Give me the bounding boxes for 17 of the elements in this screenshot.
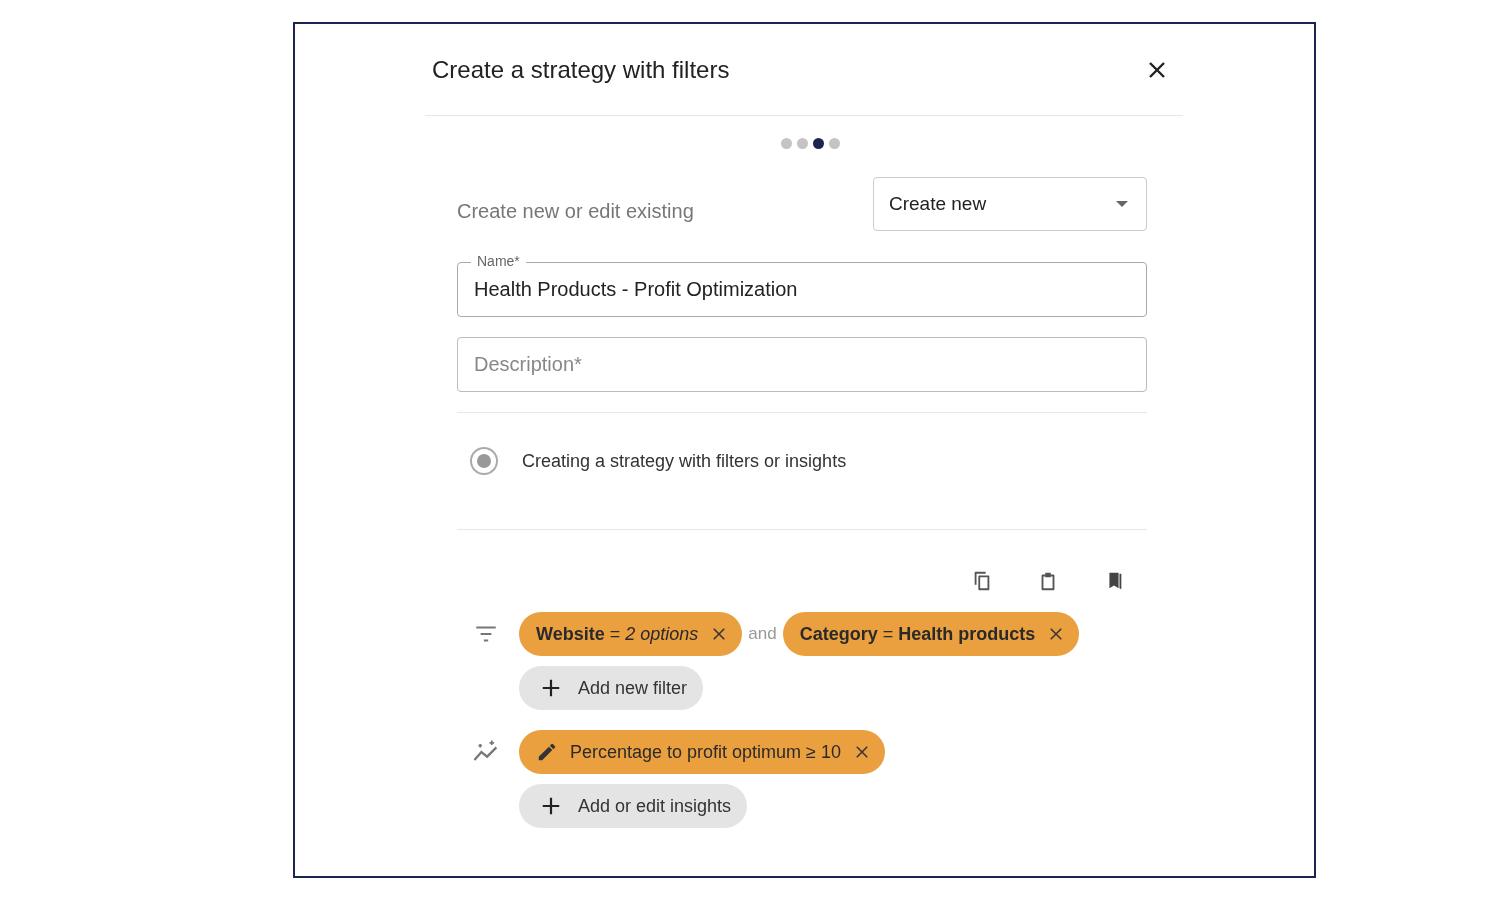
add-filter-button[interactable]: Add new filter xyxy=(519,666,704,710)
plus-icon xyxy=(540,677,562,699)
insight-chip[interactable]: Percentage to profit optimum ≥ 10 xyxy=(519,730,886,774)
option-label: Creating a strategy with filters or insights xyxy=(522,450,847,472)
dropdown-caret-icon xyxy=(1116,201,1128,207)
mode-label: Create new or edit existing xyxy=(457,199,694,223)
joiner-label: and xyxy=(748,624,777,644)
description-field[interactable]: Description* xyxy=(457,337,1147,392)
filter-chip[interactable]: Category = Health products xyxy=(782,612,1080,656)
dialog-title: Create a strategy with filters xyxy=(432,55,730,84)
add-insight-button[interactable]: Add or edit insights xyxy=(519,784,748,828)
mode-select[interactable]: Create new xyxy=(873,177,1147,231)
filter-chip[interactable]: Website = 2 options xyxy=(519,612,743,656)
name-field-label: Name* xyxy=(471,253,526,269)
plus-icon xyxy=(540,795,562,817)
radio-button[interactable] xyxy=(470,447,498,475)
pencil-icon[interactable] xyxy=(536,741,558,763)
